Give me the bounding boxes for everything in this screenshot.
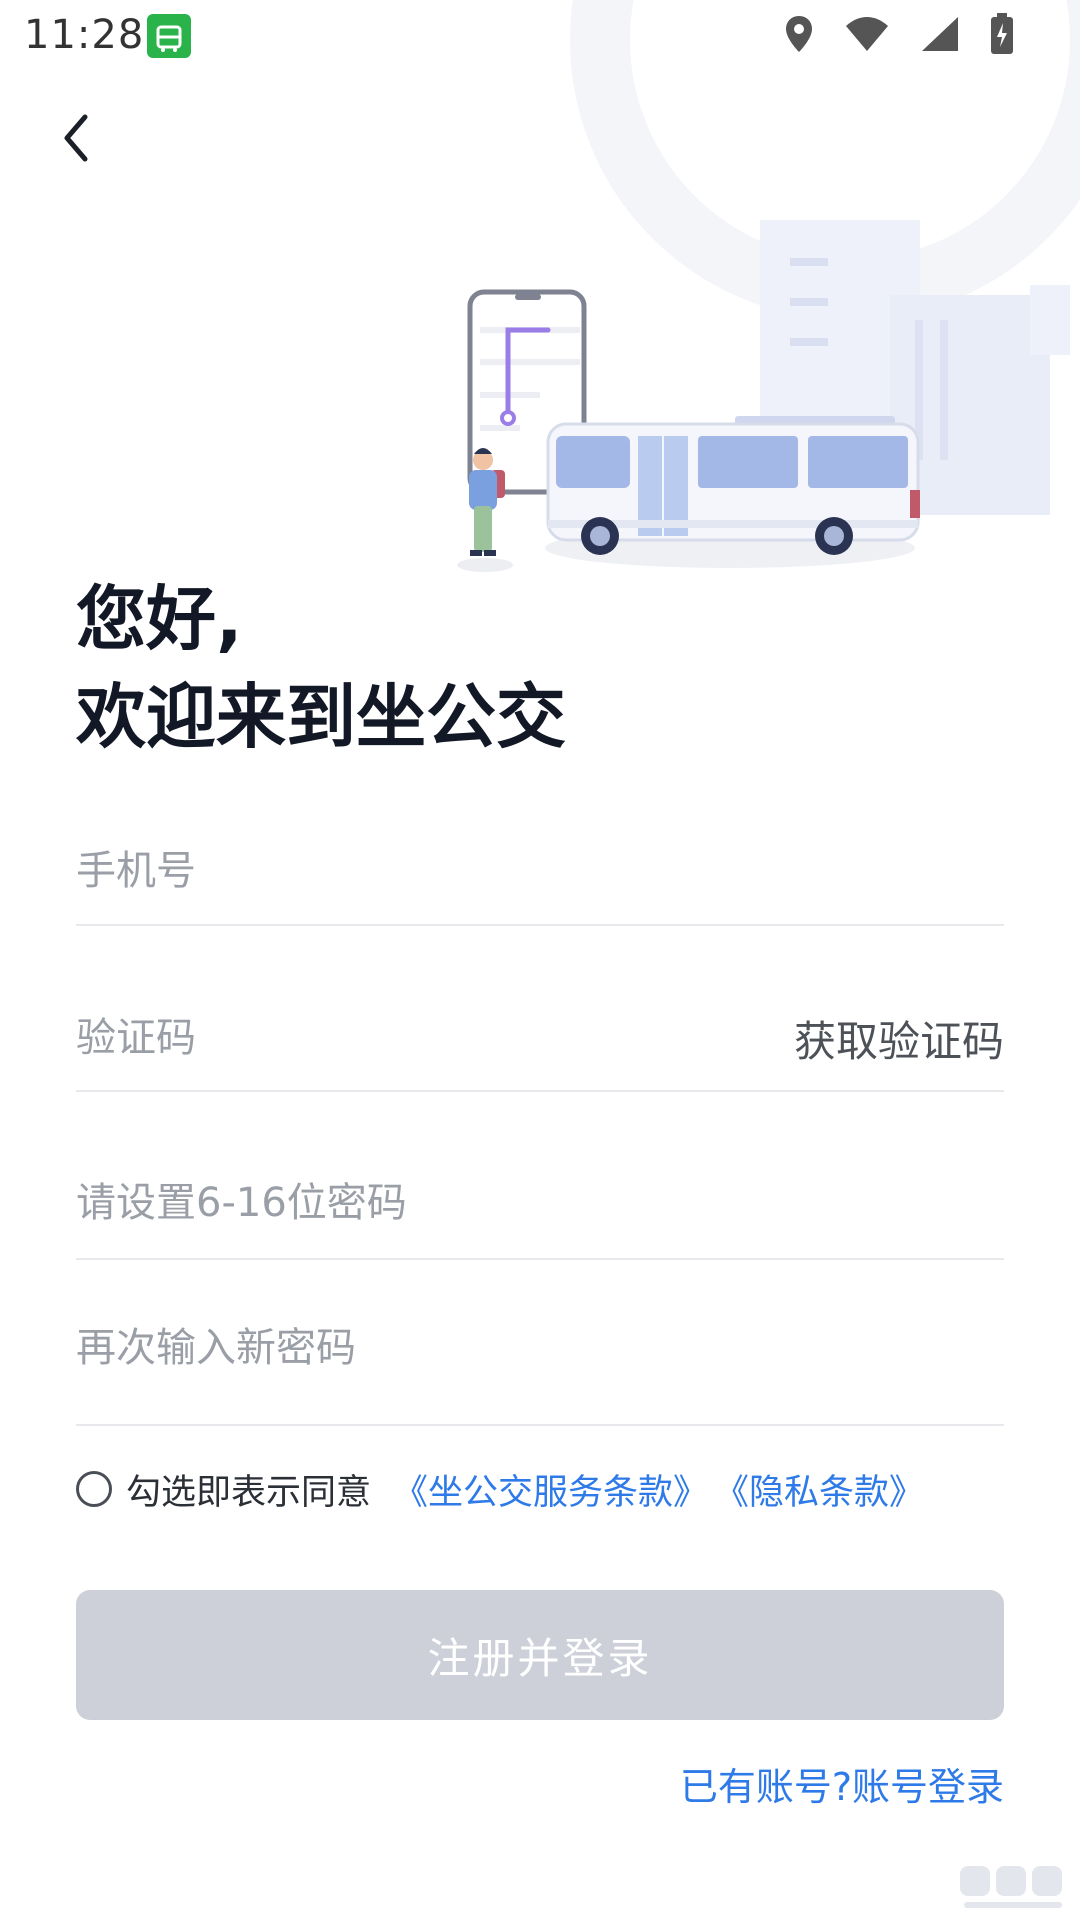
phone-input-underline — [76, 924, 1004, 926]
watermark-logo — [958, 1862, 1068, 1920]
verification-code-input[interactable]: 验证码 — [76, 1005, 196, 1063]
confirm-password-underline — [76, 1424, 1004, 1426]
battery-icon — [990, 13, 1014, 59]
wifi-icon — [844, 16, 890, 56]
greeting-line1: 您好, — [76, 578, 243, 660]
agreement-text: 勾选即表示同意 — [126, 1472, 372, 1513]
account-login-link[interactable]: 已有账号?账号登录 — [680, 1756, 1004, 1811]
password-input-underline — [76, 1258, 1004, 1260]
agree-checkbox[interactable] — [76, 1471, 112, 1507]
confirm-password-input[interactable]: 再次输入新密码 — [76, 1315, 356, 1373]
signal-icon — [920, 15, 960, 57]
greeting: 您好, 欢迎来到坐公交 — [76, 570, 566, 766]
code-input-underline — [76, 1090, 1004, 1092]
get-code-button[interactable]: 获取验证码 — [794, 1008, 1004, 1069]
phone-input[interactable]: 手机号 — [76, 838, 196, 896]
status-bar: 11:28 — [0, 0, 1080, 72]
chevron-left-icon — [61, 113, 91, 167]
back-button[interactable] — [48, 108, 104, 172]
location-icon — [784, 14, 814, 58]
greeting-line2: 欢迎来到坐公交 — [76, 676, 566, 758]
password-input[interactable]: 请设置6-16位密码 — [76, 1170, 407, 1228]
status-time: 11:28 — [24, 12, 145, 58]
agreement-row: 勾选即表示同意 《坐公交服务条款》 《隐私条款》 — [76, 1464, 924, 1514]
privacy-link[interactable]: 《隐私条款》 — [714, 1464, 924, 1515]
terms-link[interactable]: 《坐公交服务条款》 — [393, 1464, 708, 1515]
bus-app-icon — [147, 14, 191, 58]
register-login-button[interactable]: 注册并登录 — [76, 1590, 1004, 1720]
bus-illustration — [457, 0, 1080, 572]
